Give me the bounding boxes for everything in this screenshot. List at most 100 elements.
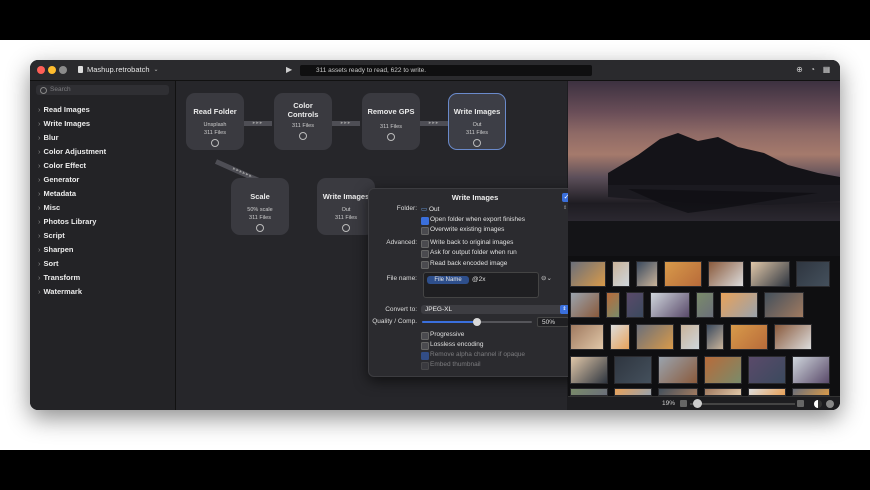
thumbnail[interactable]	[796, 261, 830, 287]
remove-alpha-checkbox[interactable]	[421, 352, 429, 360]
thumbnail[interactable]	[664, 261, 702, 287]
thumbnail[interactable]	[658, 388, 698, 396]
sidebar-item-write-images[interactable]: › Write Images	[38, 119, 90, 128]
thumbnail[interactable]	[658, 356, 698, 384]
thumbnail[interactable]	[792, 356, 830, 384]
thumbnail[interactable]	[792, 388, 830, 396]
node-write-images[interactable]: Write Images Out 311 Files	[317, 178, 375, 235]
sidebar-item-color-adjustment[interactable]: › Color Adjustment	[38, 147, 106, 156]
sidebar-item-sharpen[interactable]: › Sharpen	[38, 245, 74, 254]
thumbnail[interactable]	[704, 388, 742, 396]
minimize-window-button[interactable]	[48, 66, 56, 74]
more-icon[interactable]	[299, 132, 307, 140]
search-input[interactable]: Search	[36, 85, 169, 95]
sidebar-item-generator[interactable]: › Generator	[38, 175, 79, 184]
thumbnail[interactable]	[570, 261, 606, 287]
thumbnail-grid[interactable]	[568, 261, 840, 396]
thumbnail[interactable]	[680, 324, 700, 350]
token-menu-icon[interactable]: ⊖⌄	[541, 274, 552, 282]
more-icon[interactable]	[473, 139, 481, 147]
comment-icon[interactable]: ◔	[808, 65, 817, 74]
sidebar-item-blur[interactable]: › Blur	[38, 133, 59, 142]
thumbnail[interactable]	[720, 292, 758, 318]
node-scale[interactable]: Scale 50% scale 311 Files	[231, 178, 289, 235]
quality-value-field[interactable]: 50%	[537, 317, 569, 327]
node-color-controls[interactable]: Color Controls 311 Files	[274, 93, 332, 150]
file-name-field[interactable]: File Name @2x	[423, 272, 539, 298]
thumbnail[interactable]	[606, 292, 620, 318]
sidebar-item-script[interactable]: › Script	[38, 231, 65, 240]
node-write-images-selected[interactable]: Write Images Out 311 Files	[448, 93, 506, 150]
thumbnail[interactable]	[570, 356, 608, 384]
sidebar-item-read-images[interactable]: › Read Images	[38, 105, 90, 114]
zoom-in-icon[interactable]	[797, 400, 804, 407]
thumbnail[interactable]	[570, 324, 604, 350]
sidebar-item-photos-library[interactable]: › Photos Library	[38, 217, 96, 226]
sidebar-item-label: Color Adjustment	[43, 147, 107, 156]
thumbnail[interactable]	[696, 292, 714, 318]
thumbnail[interactable]	[708, 261, 744, 287]
thumbnail[interactable]	[570, 388, 608, 396]
embed-thumbnail-checkbox[interactable]	[421, 362, 429, 370]
sidebar-item-transform[interactable]: › Transform	[38, 273, 80, 282]
remove-alpha-label: Remove alpha channel if opaque	[430, 351, 526, 358]
sidebar-item-label: Read Images	[43, 105, 90, 114]
folder-select[interactable]: ▭ Out	[421, 205, 439, 213]
info-icon[interactable]	[826, 400, 834, 408]
library-icon[interactable]: ▦	[822, 65, 831, 74]
compare-icon[interactable]	[814, 400, 822, 408]
sidebar-item-misc[interactable]: › Misc	[38, 203, 60, 212]
ask-output-checkbox[interactable]	[421, 250, 429, 258]
read-back-checkbox[interactable]	[421, 261, 429, 269]
open-folder-checkbox[interactable]	[421, 217, 429, 225]
document-title[interactable]: Mashup.retrobatch ⌄	[78, 65, 159, 74]
thumbnail[interactable]	[614, 388, 652, 396]
write-back-checkbox[interactable]	[421, 240, 429, 248]
quality-slider-knob[interactable]	[473, 318, 481, 326]
sidebar-item-sort[interactable]: › Sort	[38, 259, 59, 268]
progressive-checkbox[interactable]	[421, 332, 429, 340]
thumbnail[interactable]	[750, 261, 790, 287]
more-icon[interactable]	[256, 224, 264, 232]
more-icon[interactable]	[387, 133, 395, 141]
overwrite-checkbox[interactable]	[421, 227, 429, 235]
thumbnail[interactable]	[748, 388, 786, 396]
thumbnail[interactable]	[704, 356, 742, 384]
zoom-window-button[interactable]	[59, 66, 67, 74]
node-remove-gps[interactable]: Remove GPS 311 Files	[362, 93, 420, 150]
thumbnail[interactable]	[626, 292, 644, 318]
thumbnail[interactable]	[706, 324, 724, 350]
thumbnail[interactable]	[610, 324, 630, 350]
thumbnail[interactable]	[636, 261, 658, 287]
thumbnail[interactable]	[614, 356, 652, 384]
thumbnail[interactable]	[730, 324, 768, 350]
file-name-token[interactable]: File Name	[427, 276, 469, 284]
zoom-slider[interactable]	[690, 403, 795, 405]
preview-image[interactable]	[568, 81, 840, 256]
close-window-button[interactable]	[37, 66, 45, 74]
chevron-right-icon: ›	[38, 161, 41, 170]
more-icon[interactable]	[342, 224, 350, 232]
embed-thumbnail-label: Embed thumbnail	[430, 361, 481, 368]
zoom-icon[interactable]: ⊕	[795, 65, 804, 74]
thumbnail[interactable]	[612, 261, 630, 287]
thumbnail[interactable]	[774, 324, 812, 350]
node-read-folder[interactable]: Read Folder Unsplash 311 Files	[186, 93, 244, 150]
lossless-checkbox[interactable]	[421, 342, 429, 350]
sidebar-item-metadata[interactable]: › Metadata	[38, 189, 76, 198]
thumbnail[interactable]	[748, 356, 786, 384]
thumbnail[interactable]	[764, 292, 804, 318]
more-icon[interactable]	[211, 139, 219, 147]
thumbnail[interactable]	[636, 324, 674, 350]
format-select[interactable]: JPEG-XL ⇕	[421, 305, 569, 314]
node-title: Color Controls	[287, 101, 319, 119]
sidebar-item-color-effect[interactable]: › Color Effect	[38, 161, 86, 170]
chevron-updown-icon[interactable]: ⇕	[563, 205, 567, 211]
quality-slider[interactable]	[422, 318, 532, 326]
play-icon[interactable]: ▶	[286, 65, 292, 74]
zoom-slider-knob[interactable]	[693, 399, 702, 408]
thumbnail[interactable]	[570, 292, 600, 318]
sidebar-item-watermark[interactable]: › Watermark	[38, 287, 82, 296]
thumbnail[interactable]	[650, 292, 690, 318]
zoom-out-icon[interactable]	[680, 400, 687, 407]
